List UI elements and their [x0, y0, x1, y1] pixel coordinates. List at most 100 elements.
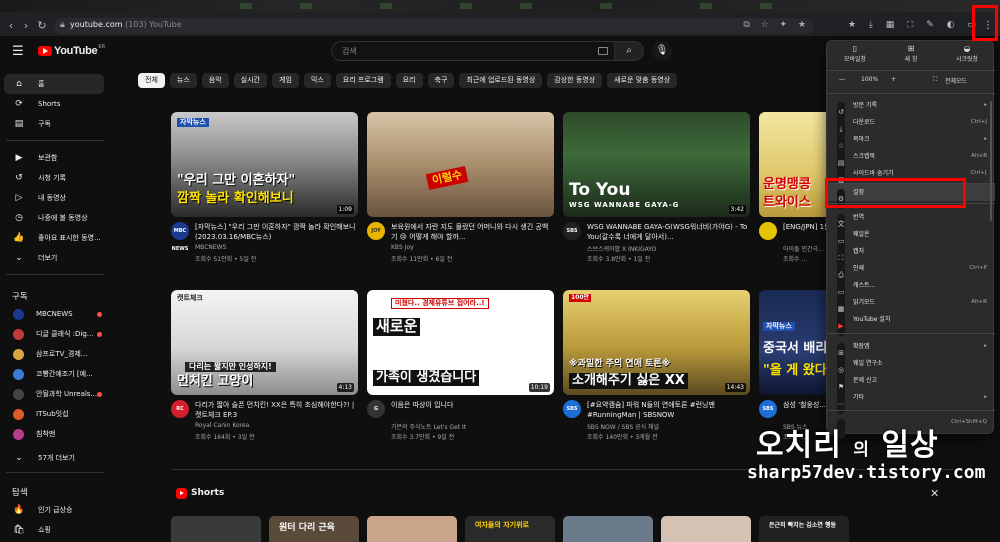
address-bar[interactable]: 🔒︎ youtube.com (103) YouTube ⧉ ☆ ✦ ★: [54, 18, 814, 34]
channel-name[interactable]: Royal Canin Korea: [195, 422, 249, 429]
channel-avatar[interactable]: MBC NEWS: [171, 222, 189, 252]
menu-item-reader-mode[interactable]: ▦ 읽기모드 Alt+R: [827, 294, 995, 319]
video-thumbnail[interactable]: 100만 ※과밀한 주의 연애 토론※ 소개해주기 싫은 XX 14:43: [563, 290, 750, 395]
video-thumbnail[interactable]: 자막뉴스 "우리 그만 이혼하자" 깜짝 놀라 확인해보니 1:09: [171, 112, 358, 217]
sidebar-sub-item[interactable]: 코빵간예조기 [예...: [4, 364, 104, 384]
menu-item-whale-on[interactable]: ▭ 웨일온: [827, 226, 995, 251]
chip[interactable]: 믹스: [303, 73, 331, 88]
menu-item-more[interactable]: ⋯ 기타 ▸: [827, 389, 995, 414]
sidebar-item-my-videos[interactable]: ▷ 내 동영상: [4, 188, 104, 208]
zoom-in-button[interactable]: +: [891, 76, 896, 83]
menu-item-history[interactable]: ↺ 방문 기록 ▸: [827, 97, 995, 122]
channel-name[interactable]: 기븐의 주식노트 Let's Get It: [391, 422, 466, 431]
video-title[interactable]: 다리가 짧아 슬픈 먼치킨! XX은 특히 조심해야한다?! | 캣트체크 EP…: [195, 400, 357, 420]
channel-avatar[interactable]: SBS: [563, 400, 581, 418]
sidebar-item-more[interactable]: ⌄ 더보기: [4, 248, 104, 268]
close-icon[interactable]: ✕: [930, 487, 939, 500]
chip[interactable]: 게임: [272, 73, 299, 88]
sidebar-sub-item[interactable]: 침착맨: [4, 424, 104, 444]
back-icon[interactable]: ‹: [5, 19, 17, 33]
address-bar-icons[interactable]: ⧉ ☆ ✦ ★: [743, 20, 810, 30]
short-card[interactable]: [563, 516, 653, 542]
chip[interactable]: 실시간: [233, 73, 267, 88]
menu-item-downloads[interactable]: ⤓ 다운로드 Ctrl+J: [827, 114, 995, 139]
new-window-button[interactable]: ⊞ 새 창: [883, 41, 939, 69]
video-title[interactable]: 이음은 따상이 입니다: [391, 400, 553, 420]
fullscreen-button[interactable]: 전체모드: [945, 76, 967, 85]
menu-item-bookmarks[interactable]: ☆ 북마크 ▸: [827, 131, 995, 156]
mobile-window-button[interactable]: ▯ 모바일창: [827, 41, 883, 69]
short-card[interactable]: [661, 516, 751, 542]
chip[interactable]: 뉴스: [169, 73, 197, 88]
sidebar-sub-item[interactable]: 안될과학 Unreals...: [4, 384, 104, 404]
menu-item-print[interactable]: ⎙ 인쇄 Ctrl+P: [827, 260, 995, 285]
chip[interactable]: 축구: [427, 73, 455, 88]
secret-window-button[interactable]: ◒ 시크릿창: [939, 41, 995, 69]
tab-strip[interactable]: [0, 0, 1000, 12]
sidebar-item-shorts[interactable]: ⟳ Shorts: [4, 94, 104, 114]
menu-item-scrapbook[interactable]: ▤ 스크랩북 Alt+B: [827, 148, 995, 173]
sidebar-item-home[interactable]: ⌂ 홈: [4, 74, 104, 94]
channel-name[interactable]: 아이돌 인간극...: [783, 244, 824, 253]
video-title[interactable]: WSG WANNABE GAYA-G(WSG워너비(가야G) - To You(…: [587, 222, 749, 242]
video-title[interactable]: [자막뉴스] "우리 그만 이혼하자" 깜짝 놀라 확인해보니 (2023.03…: [195, 222, 357, 242]
channel-avatar[interactable]: SBS: [563, 222, 581, 240]
channel-avatar[interactable]: JOY: [367, 222, 385, 240]
sidebar-item-trending[interactable]: 🔥 인기 급상승: [4, 500, 104, 520]
short-card[interactable]: 원터 다리 근육: [269, 516, 359, 542]
sidebar-item-shopping[interactable]: 🛍 쇼핑: [4, 520, 104, 540]
menu-item-extensions[interactable]: ⊞ 확장앱 ▸: [827, 338, 995, 363]
toolbar-icons[interactable]: ★ ⤓ ▦ ⛶ ✎ ◐ ▭: [848, 20, 981, 30]
keyboard-icon[interactable]: [598, 47, 608, 55]
short-card[interactable]: [171, 516, 261, 542]
sidebar-item-watch-later[interactable]: ◷ 나중에 볼 동영상: [4, 208, 104, 228]
video-thumbnail[interactable]: 이럴수: [367, 112, 554, 217]
video-title[interactable]: [#요약캠슘] 파워 N들의 연애토론 #런닝맨 #RunningMan | S…: [587, 400, 749, 420]
menu-item-whale-lab[interactable]: ◎ 웨일 연구소: [827, 355, 995, 380]
video-title[interactable]: 삼성 '철웅성...: [783, 400, 829, 420]
sidebar-item-history[interactable]: ↺ 시청 기록: [4, 168, 104, 188]
sidebar-item-more-subs[interactable]: ⌄ 57개 더보기: [4, 448, 104, 468]
short-card[interactable]: 은근히 빡치는 김소연 행동: [759, 516, 849, 542]
search-button[interactable]: ⌕: [614, 41, 644, 61]
hamburger-icon[interactable]: ☰: [12, 44, 24, 59]
chip[interactable]: 음악: [201, 73, 229, 88]
menu-item-cast[interactable]: ▭ 캐스트...: [827, 277, 995, 302]
sidebar-item-liked[interactable]: 👍 좋아요 표시한 동영...: [4, 228, 104, 248]
sidebar-sub-item[interactable]: ITSub잇섭: [4, 404, 104, 424]
menu-item-install-youtube[interactable]: ▶ YouTube 설치: [827, 311, 995, 336]
channel-avatar[interactable]: G: [367, 400, 385, 418]
video-thumbnail[interactable]: 운명맹콩 트와이스: [759, 112, 829, 217]
video-thumbnail[interactable]: 자막뉴스 중국서 배리 "올 게 왔다: [759, 290, 829, 395]
channel-name[interactable]: 스브스케이팝 X INKIGAYO: [587, 244, 656, 253]
chip-all[interactable]: 전체: [138, 73, 165, 88]
sidebar-sub-item[interactable]: MBCNEWS: [4, 304, 104, 324]
menu-item-capture[interactable]: ⛶ 캡처: [827, 243, 995, 268]
channel-avatar[interactable]: RC: [171, 400, 189, 418]
chip[interactable]: 감상한 동영상: [547, 73, 603, 88]
short-card[interactable]: [367, 516, 457, 542]
channel-avatar[interactable]: [759, 222, 777, 240]
menu-item-report-issue[interactable]: ⚑ 문제 신고: [827, 372, 995, 397]
chip[interactable]: 최근에 업로드된 동영상: [459, 73, 543, 88]
reload-icon[interactable]: ↻: [36, 19, 48, 33]
video-title[interactable]: 보육원에서 자란 지도 몰랐던 어머니와 다시 생긴 공백기 😢 어떻게 해야 …: [391, 222, 553, 242]
menu-item-translate[interactable]: 文 번역: [827, 209, 995, 234]
chip[interactable]: 요리: [395, 73, 423, 88]
sidebar-item-library[interactable]: ▶ 보관함: [4, 148, 104, 168]
short-card[interactable]: 여자들의 자기위로: [465, 516, 555, 542]
video-thumbnail[interactable]: 미쳤다.. 경제유튜브 접어라..! 새로운 가족이 생겼습니다 10:19: [367, 290, 554, 395]
search-input[interactable]: 검색: [331, 41, 615, 61]
microphone-icon[interactable]: 🎙︎: [652, 41, 672, 61]
sidebar-item-subscriptions[interactable]: ▤ 구독: [4, 114, 104, 134]
video-card[interactable]: 운명맹콩 트와이스 [ENG/JPN] 1분 1초가 ... 아이돌 인간극..…: [759, 112, 829, 272]
chip[interactable]: 새로운 맞춤 동영상: [607, 73, 678, 88]
sidebar-sub-item[interactable]: 삼프로TV_경제...: [4, 344, 104, 364]
chip[interactable]: 요리 프로그램: [335, 73, 391, 88]
channel-name[interactable]: SBS NOW / SBS 공식 채널: [587, 422, 659, 431]
channel-name[interactable]: KBS Joy: [391, 244, 414, 251]
channel-name[interactable]: MBCNEWS: [195, 244, 226, 251]
forward-icon[interactable]: ›: [20, 19, 32, 33]
sidebar-sub-item[interactable]: 디글 클래식 :Dig...: [4, 324, 104, 344]
video-thumbnail[interactable]: 캣트체크 다리는 짧지만 인성하지! 먼치킨 고양이 4:13: [171, 290, 358, 395]
